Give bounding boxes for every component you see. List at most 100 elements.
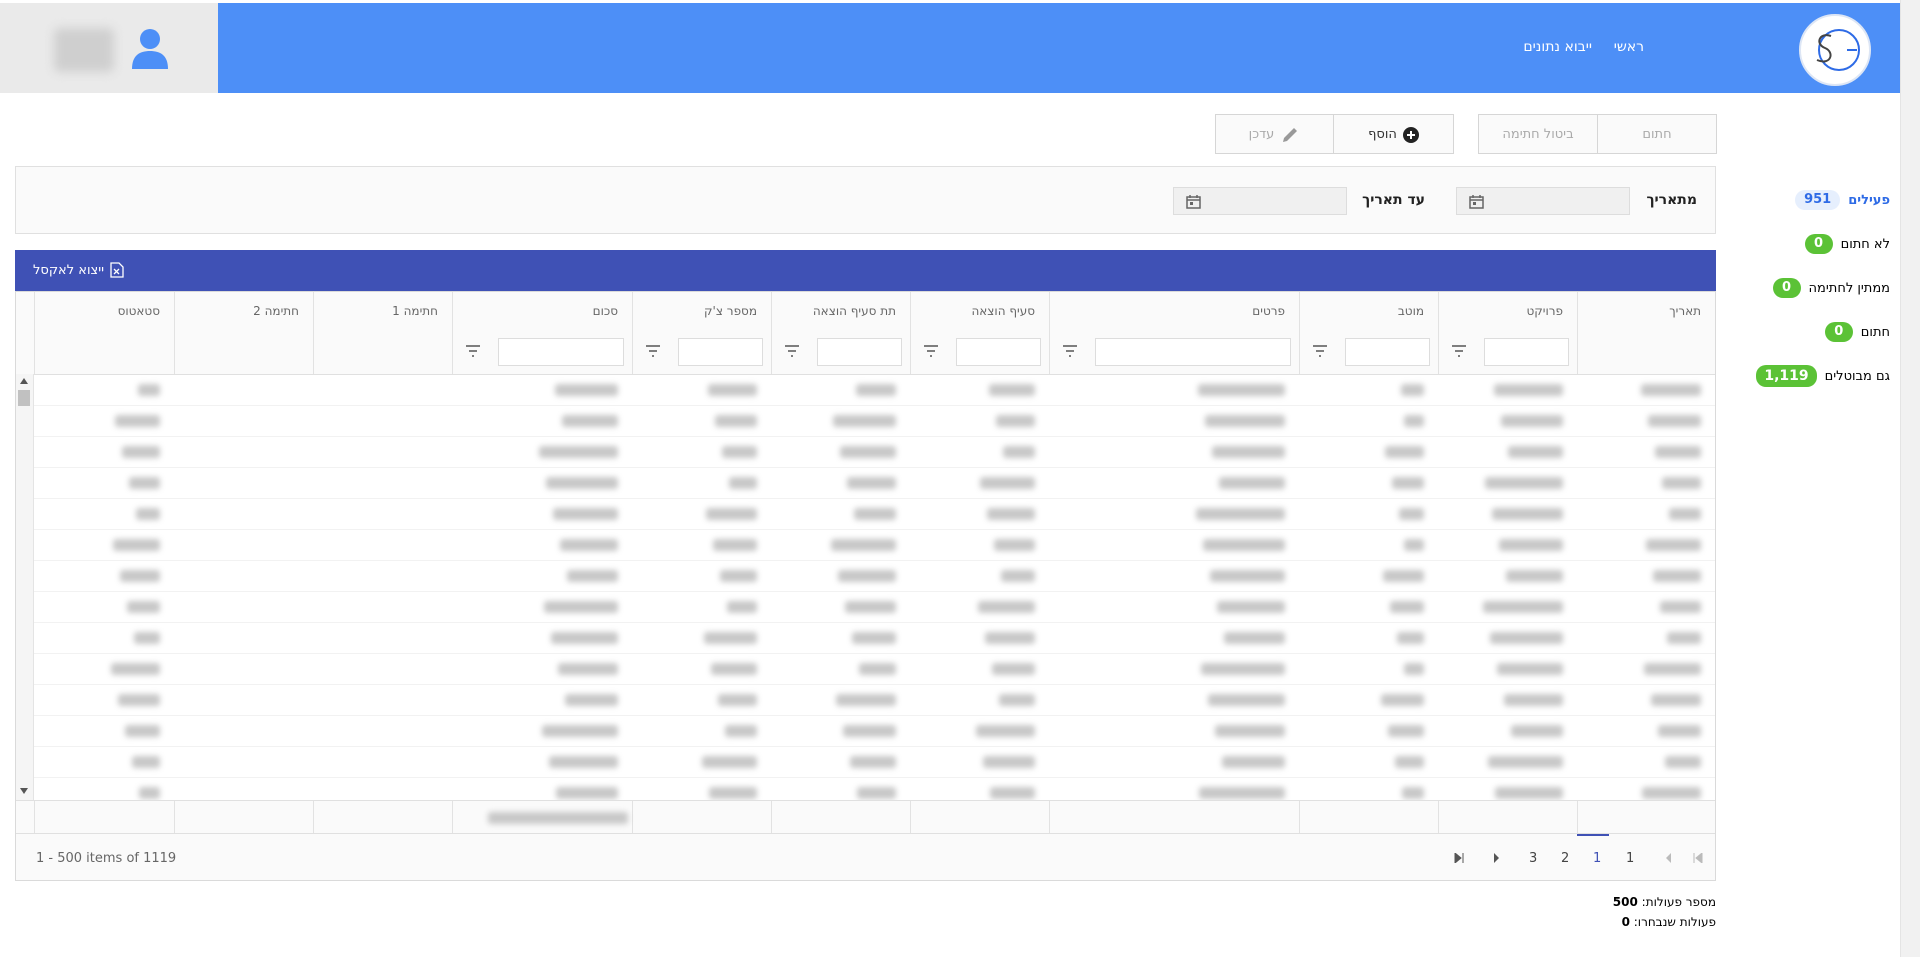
table-row[interactable]	[34, 715, 1715, 747]
calendar-icon[interactable]	[1469, 194, 1484, 209]
table-row[interactable]	[34, 653, 1715, 685]
table-row[interactable]	[34, 405, 1715, 437]
edit-button-label: עדכן	[1248, 127, 1275, 142]
logo[interactable]	[1799, 14, 1871, 86]
sidebar-item-unsigned[interactable]: לא חתום 0	[1730, 234, 1890, 254]
next-page-icon[interactable]	[1491, 853, 1501, 863]
filter-icon[interactable]	[1451, 344, 1467, 358]
filter-input-details[interactable]	[1095, 338, 1291, 366]
cell-blurred	[1222, 756, 1285, 768]
table-row[interactable]	[34, 622, 1715, 654]
page-number-current[interactable]: 1	[1593, 851, 1601, 866]
table-row[interactable]	[34, 560, 1715, 592]
cell-blurred	[727, 601, 757, 613]
cell-blurred	[987, 508, 1035, 520]
first-page-icon[interactable]	[1693, 853, 1703, 863]
grid-footer-row	[16, 800, 1715, 834]
table-row[interactable]	[34, 498, 1715, 530]
footer-cell	[910, 801, 1049, 834]
filter-input-project[interactable]	[1484, 338, 1569, 366]
cell-blurred	[1383, 570, 1424, 582]
cancel-sign-button[interactable]: ביטול חתימה	[1478, 114, 1598, 154]
filter-icon[interactable]	[923, 344, 939, 358]
user-area[interactable]	[0, 3, 218, 93]
export-excel-button[interactable]: ייצוא לאקסל	[33, 262, 124, 278]
filter-input-sub-expense[interactable]	[817, 338, 902, 366]
filter-icon[interactable]	[465, 344, 481, 358]
nav-home[interactable]: ראשי	[1614, 39, 1644, 55]
filter-icon[interactable]	[784, 344, 800, 358]
to-date-label: עד תאריך	[1362, 192, 1425, 208]
to-date-input[interactable]	[1173, 187, 1347, 215]
table-row[interactable]	[34, 529, 1715, 561]
page-number[interactable]: 2	[1561, 851, 1569, 866]
sidebar-item-active[interactable]: פעילים 951	[1730, 190, 1890, 210]
filter-input-check-number[interactable]	[678, 338, 763, 366]
column-header-signature-2[interactable]: חתימה 2	[174, 292, 313, 331]
items-info: 1 - 500 items of 1119	[36, 851, 177, 866]
cell-blurred	[994, 539, 1035, 551]
column-header-details[interactable]: פרטים	[1049, 292, 1299, 331]
cell-blurred	[722, 446, 757, 458]
column-header-project[interactable]: פרויקט	[1438, 292, 1577, 331]
cell-blurred	[845, 601, 896, 613]
count-badge: 951	[1795, 190, 1841, 210]
filter-input-expense-item[interactable]	[956, 338, 1041, 366]
table-row[interactable]	[34, 436, 1715, 468]
user-name-blurred	[54, 28, 114, 72]
column-header-sub-expense[interactable]: תת סעיף הוצאה	[771, 292, 910, 331]
last-page-icon[interactable]	[1454, 853, 1464, 863]
page-number[interactable]: 1	[1626, 851, 1634, 866]
cell-blurred	[132, 756, 160, 768]
pager: 1 1 2 3 1 - 500 items of 1119	[16, 833, 1715, 880]
cell-blurred	[985, 632, 1035, 644]
filter-icon[interactable]	[1062, 344, 1078, 358]
table-row[interactable]	[34, 467, 1715, 499]
amount-total-blurred	[488, 812, 628, 824]
from-date-input[interactable]	[1456, 187, 1630, 215]
filter-icon[interactable]	[645, 344, 661, 358]
filter-input-amount[interactable]	[498, 338, 624, 366]
grid-header-row: תאריך פרויקט מוטב פרטים סעיף הוצאה תת סע…	[16, 292, 1715, 332]
calendar-icon[interactable]	[1186, 194, 1201, 209]
column-header-beneficiary[interactable]: מוטב	[1299, 292, 1438, 331]
page-scrollbar[interactable]	[1900, 0, 1920, 957]
column-header-date[interactable]: תאריך	[1577, 292, 1715, 331]
summary-label: מספר פעולות:	[1641, 895, 1716, 909]
footer-cell-amount-total	[452, 801, 632, 834]
user-icon[interactable]	[130, 27, 170, 69]
filter-input-beneficiary[interactable]	[1345, 338, 1430, 366]
page-number[interactable]: 3	[1529, 851, 1537, 866]
cell-blurred	[840, 446, 896, 458]
cell-blurred	[120, 570, 160, 582]
cell-blurred	[1648, 415, 1701, 427]
column-header-amount[interactable]: סכום	[452, 292, 632, 331]
column-header-signature-1[interactable]: חתימה 1	[313, 292, 452, 331]
cell-blurred	[854, 508, 896, 520]
table-row[interactable]	[34, 746, 1715, 778]
cell-blurred	[1488, 756, 1563, 768]
table-row[interactable]	[34, 684, 1715, 716]
column-header-status[interactable]: סטאטוס	[34, 292, 174, 331]
column-header-expense-item[interactable]: סעיף הוצאה	[910, 292, 1049, 331]
table-row[interactable]	[34, 777, 1715, 800]
add-button[interactable]: הוסף	[1333, 114, 1454, 154]
edit-button[interactable]: עדכן	[1215, 114, 1334, 154]
nav-import[interactable]: ייבוא נתונים	[1523, 39, 1592, 55]
sidebar-item-pending[interactable]: ממתין לחתימה 0	[1730, 278, 1890, 298]
sidebar-item-signed[interactable]: חתום 0	[1730, 322, 1890, 342]
footer-cell	[1577, 801, 1715, 834]
table-row[interactable]	[34, 591, 1715, 623]
filter-icon[interactable]	[1312, 344, 1328, 358]
filter-cell-amount	[452, 331, 632, 374]
column-header-check-number[interactable]: מספר צ'ק	[632, 292, 771, 331]
filter-cell-project	[1438, 331, 1577, 374]
cell-blurred	[1506, 570, 1563, 582]
prev-page-icon[interactable]	[1664, 853, 1674, 863]
cell-blurred	[544, 601, 618, 613]
sign-button[interactable]: חתום	[1597, 114, 1717, 154]
cancel-sign-button-label: ביטול חתימה	[1502, 127, 1574, 142]
cell-blurred	[843, 725, 896, 737]
sidebar-item-include-cancelled[interactable]: גם מבוטלים 1,119	[1730, 365, 1890, 387]
table-row[interactable]	[34, 374, 1715, 406]
